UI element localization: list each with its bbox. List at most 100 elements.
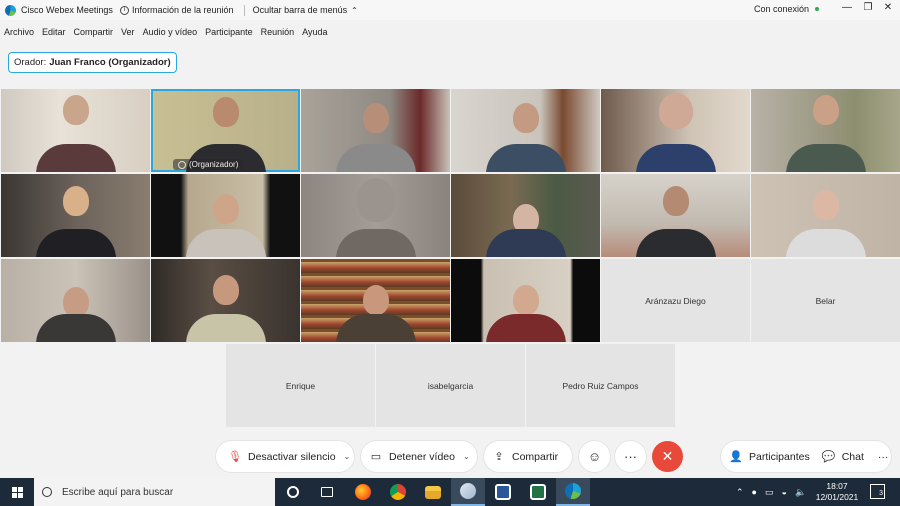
webex-tray-icon[interactable]: ● bbox=[752, 487, 757, 497]
menu-item-ver[interactable]: Ver bbox=[121, 27, 135, 37]
participant-head bbox=[662, 186, 689, 216]
menu-item-participante[interactable]: Participante bbox=[205, 27, 253, 37]
video-tile[interactable] bbox=[451, 259, 600, 342]
task-view-button[interactable] bbox=[310, 478, 344, 506]
restore-button[interactable]: ❐ bbox=[862, 2, 874, 13]
video-camera-icon: ▭ bbox=[370, 451, 382, 463]
meeting-info-button[interactable]: i Información de la reunión bbox=[120, 5, 234, 15]
close-window-button[interactable]: ✕ bbox=[882, 2, 894, 13]
taskbar-chrome[interactable] bbox=[381, 478, 415, 506]
video-tile[interactable] bbox=[151, 259, 300, 342]
participant-body bbox=[185, 229, 266, 257]
connected-dot-icon bbox=[815, 7, 820, 11]
taskbar-webex[interactable] bbox=[556, 478, 590, 506]
menu-item-archivo[interactable]: Archivo bbox=[4, 27, 34, 37]
menu-item-editar[interactable]: Editar bbox=[42, 27, 66, 37]
participant-body bbox=[35, 229, 116, 257]
active-speaker-badge: Orador: Juan Franco (Organizador) bbox=[8, 52, 177, 73]
video-tile[interactable] bbox=[1, 174, 150, 257]
taskbar-firefox[interactable] bbox=[346, 478, 380, 506]
taskbar-word[interactable] bbox=[486, 478, 520, 506]
menu-item-audio-video[interactable]: Audio y vídeo bbox=[143, 27, 198, 37]
participant-body bbox=[485, 144, 566, 172]
video-tile[interactable] bbox=[301, 174, 450, 257]
end-meeting-button[interactable]: ✕ bbox=[652, 441, 683, 472]
participant-tile-isabelgarcia[interactable]: isabelgarcia bbox=[376, 344, 525, 427]
video-tile[interactable] bbox=[151, 174, 300, 257]
windows-logo-icon bbox=[11, 486, 23, 498]
chrome-icon bbox=[390, 484, 406, 500]
participant-tile-aranzazu-diego[interactable]: Aránzazu Diego bbox=[601, 259, 750, 342]
excel-icon bbox=[530, 484, 546, 500]
video-tile[interactable] bbox=[601, 174, 750, 257]
taskbar-clock[interactable]: 18:07 12/01/2021 bbox=[812, 481, 862, 503]
video-tile[interactable] bbox=[451, 89, 600, 172]
cortana-icon bbox=[287, 486, 299, 498]
speaker-name: Juan Franco (Organizador) bbox=[49, 57, 171, 68]
participant-name: Enrique bbox=[285, 380, 316, 391]
network-icon[interactable]: ◒ bbox=[782, 487, 787, 497]
participant-body bbox=[485, 314, 566, 342]
participant-head bbox=[356, 178, 395, 222]
participant-body bbox=[785, 144, 866, 172]
app-title: Cisco Webex Meetings bbox=[0, 4, 113, 16]
participant-tile-enrique[interactable]: Enrique bbox=[226, 344, 375, 427]
notification-count: 3 bbox=[879, 490, 883, 497]
participant-body bbox=[35, 314, 116, 342]
speaker-prefix: Orador: bbox=[14, 57, 47, 68]
taskbar-file-explorer[interactable] bbox=[416, 478, 450, 506]
participant-tile-pedro-ruiz-campos[interactable]: Pedro Ruiz Campos bbox=[526, 344, 675, 427]
taskbar-search-box[interactable]: Escribe aquí para buscar bbox=[34, 478, 275, 506]
participants-button[interactable]: Participantes bbox=[749, 451, 810, 463]
reactions-button[interactable]: ☺ bbox=[579, 441, 610, 472]
unmute-button[interactable]: 🎙 Desactivar silencio ⌄ bbox=[216, 441, 354, 472]
menu-item-ayuda[interactable]: Ayuda bbox=[302, 27, 327, 37]
paint-icon bbox=[460, 483, 476, 499]
person-icon bbox=[178, 160, 186, 169]
video-tile[interactable] bbox=[301, 259, 450, 342]
task-view-icon bbox=[321, 487, 333, 497]
organizer-label: (Organizador) bbox=[173, 159, 244, 170]
participant-tile-belar[interactable]: Belar bbox=[751, 259, 900, 342]
battery-icon[interactable]: ▭ bbox=[765, 487, 774, 498]
stop-video-button[interactable]: ▭ Detener vídeo ⌄ bbox=[361, 441, 477, 472]
video-tile[interactable] bbox=[301, 89, 450, 172]
close-icon: ✕ bbox=[661, 448, 674, 464]
firefox-icon bbox=[355, 484, 371, 500]
hide-menu-bar-button[interactable]: Ocultar barra de menús ⌃ bbox=[253, 5, 358, 15]
chevron-up-icon: ⌃ bbox=[351, 5, 358, 15]
system-tray: ⌃ ● ▭ ◒ 🔈 bbox=[728, 478, 806, 506]
cortana-button[interactable] bbox=[276, 478, 310, 506]
video-tile[interactable] bbox=[1, 89, 150, 172]
taskbar-excel[interactable] bbox=[521, 478, 555, 506]
menu-item-reunion[interactable]: Reunión bbox=[261, 27, 295, 37]
taskbar-paint[interactable] bbox=[451, 478, 485, 506]
video-tile[interactable] bbox=[1, 259, 150, 342]
chevron-down-icon[interactable]: ⌄ bbox=[344, 452, 351, 461]
video-tile[interactable] bbox=[751, 174, 900, 257]
chevron-up-icon[interactable]: ⌃ bbox=[736, 487, 744, 498]
video-tile-active[interactable]: (Organizador) bbox=[151, 89, 300, 172]
video-tile[interactable] bbox=[601, 89, 750, 172]
more-options-button[interactable]: ··· bbox=[615, 441, 646, 472]
chat-icon: 💬 bbox=[821, 451, 836, 463]
info-icon: i bbox=[120, 5, 129, 15]
folder-icon bbox=[425, 485, 441, 499]
menu-item-compartir[interactable]: Compartir bbox=[74, 27, 114, 37]
participant-body bbox=[785, 229, 866, 257]
meeting-info-label: Información de la reunión bbox=[132, 5, 234, 15]
chevron-down-icon[interactable]: ⌄ bbox=[463, 452, 470, 461]
video-tile[interactable] bbox=[451, 174, 600, 257]
start-button[interactable] bbox=[0, 478, 34, 506]
video-tile[interactable] bbox=[751, 89, 900, 172]
share-button[interactable]: ⇪ Compartir bbox=[484, 441, 572, 472]
menu-bar: Archivo Editar Compartir Ver Audio y víd… bbox=[0, 24, 336, 40]
more-panels-button[interactable]: ··· bbox=[878, 451, 889, 463]
chat-button[interactable]: Chat bbox=[842, 451, 864, 463]
volume-icon[interactable]: 🔈 bbox=[795, 487, 806, 498]
participant-name: Pedro Ruiz Campos bbox=[562, 380, 639, 391]
notifications-button[interactable]: 3 bbox=[870, 484, 885, 499]
minimize-button[interactable]: — bbox=[841, 2, 853, 13]
search-placeholder: Escribe aquí para buscar bbox=[62, 486, 174, 498]
participant-body bbox=[335, 144, 416, 172]
